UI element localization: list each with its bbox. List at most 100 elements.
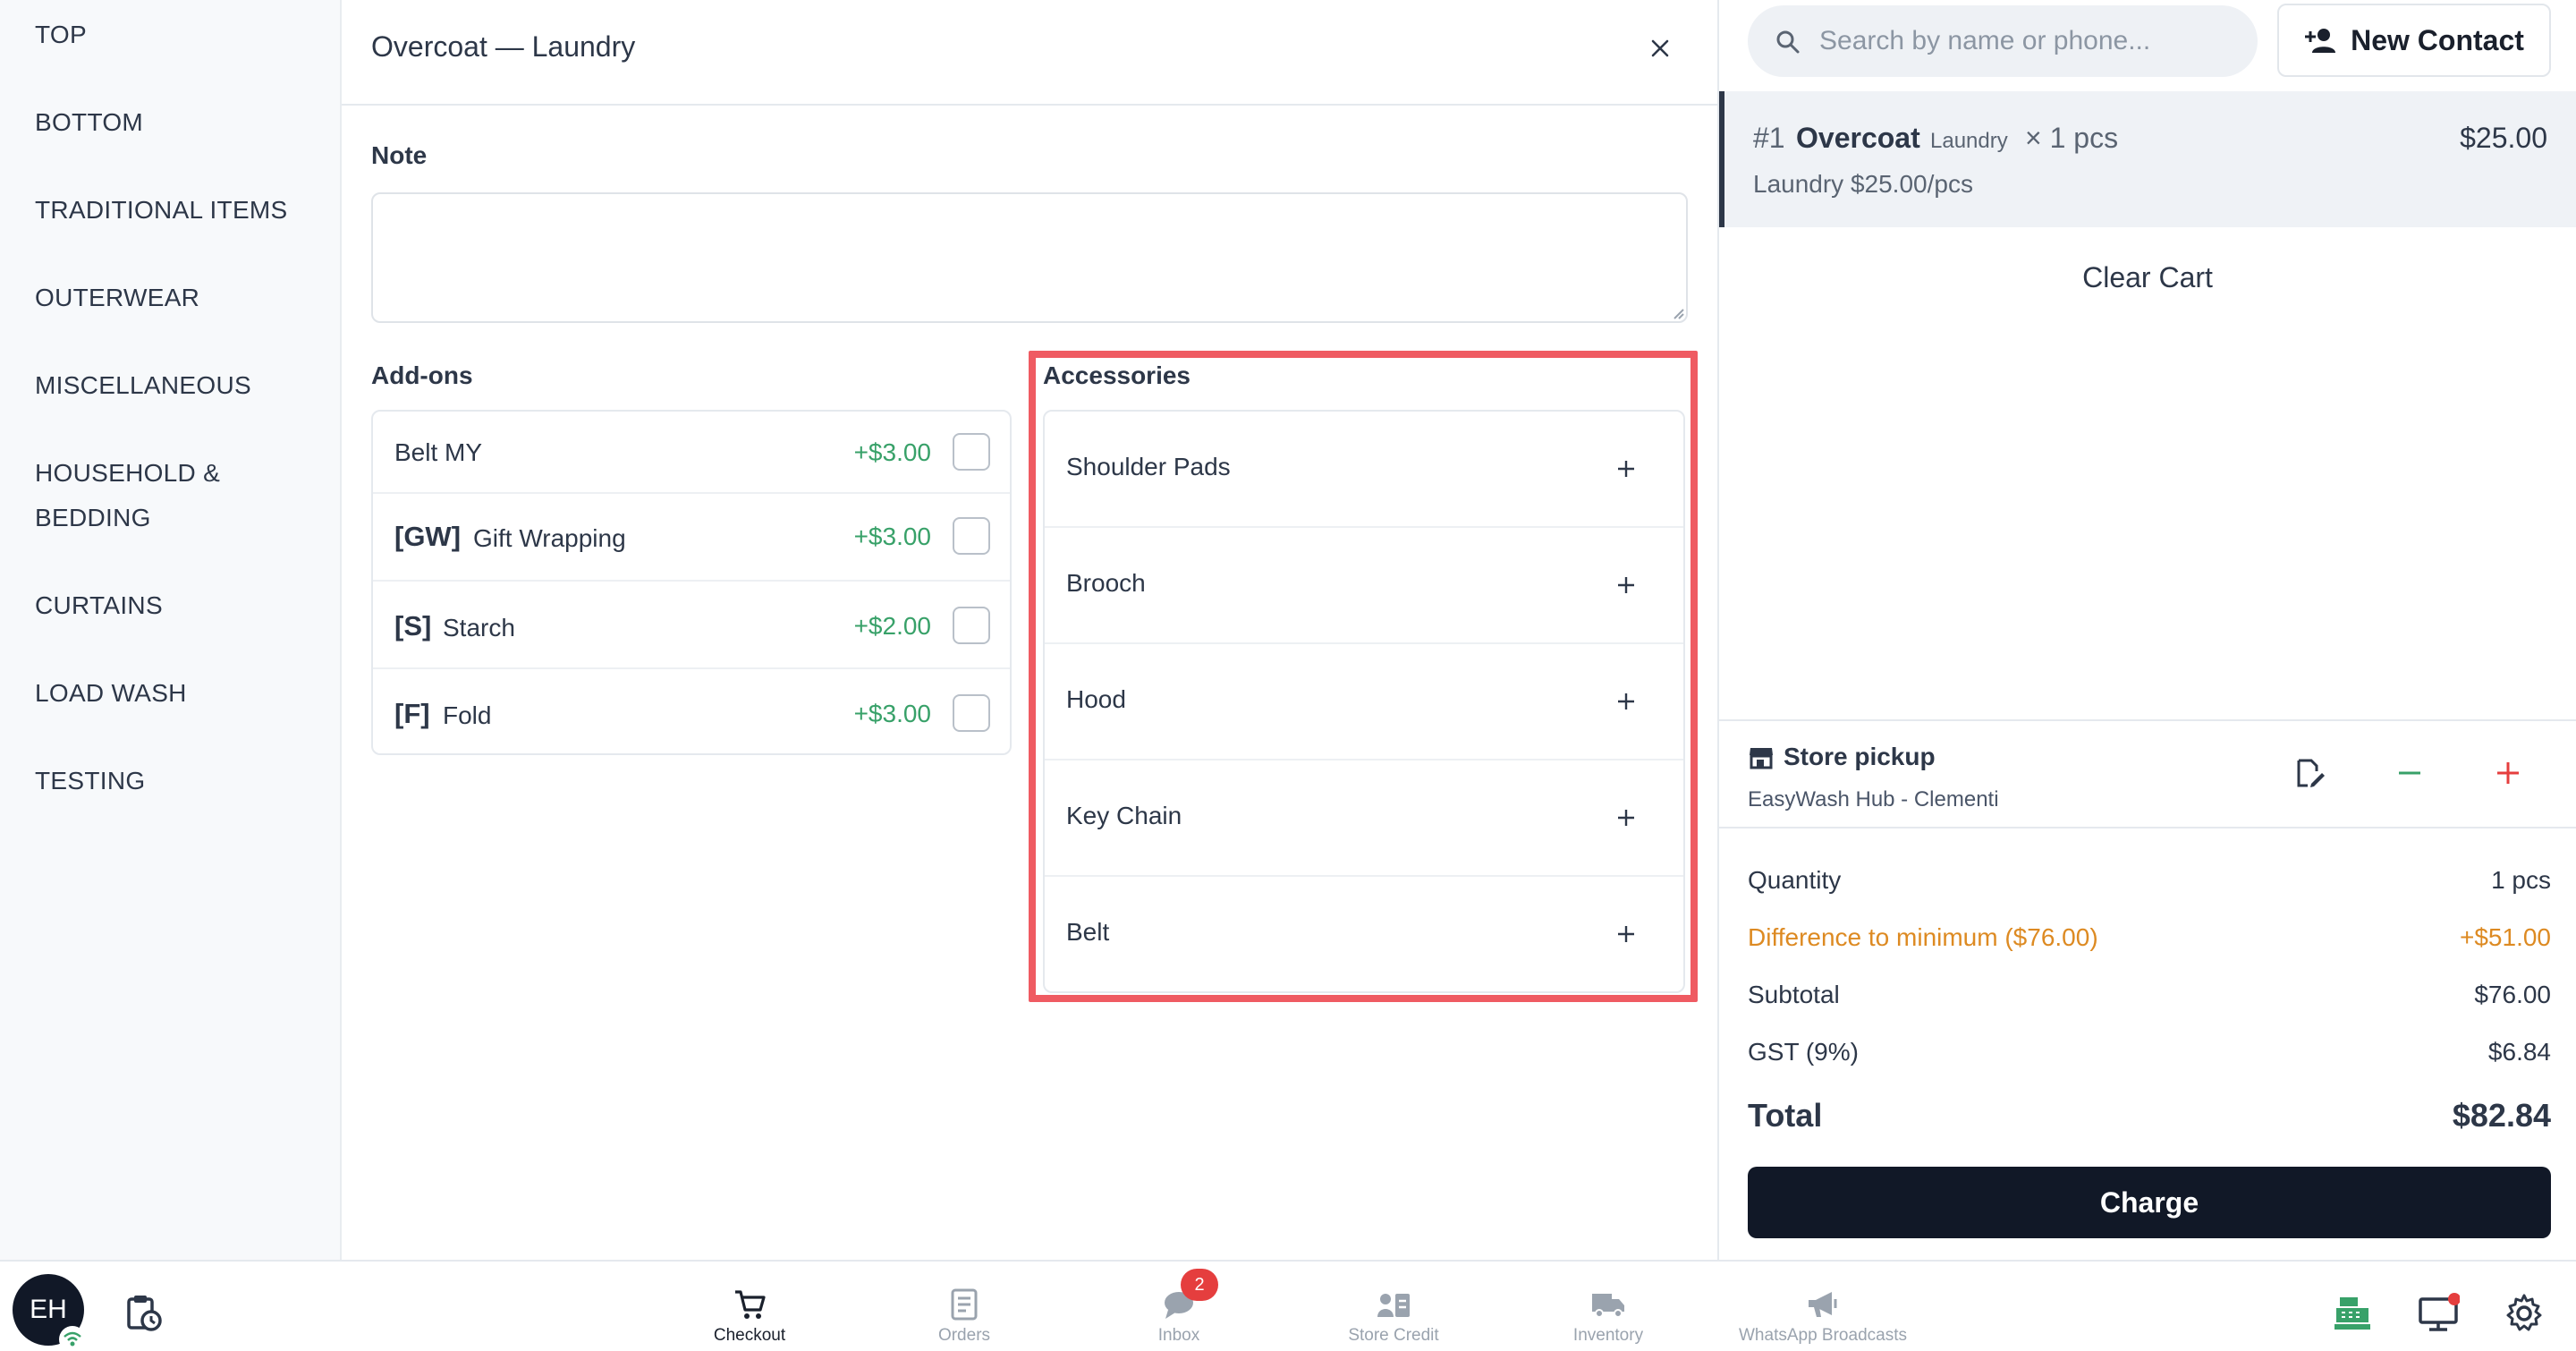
- megaphone-icon: [1809, 1292, 1837, 1317]
- new-contact-label: New Contact: [2351, 23, 2524, 56]
- detail-title: Overcoat — Laundry: [371, 30, 636, 63]
- wifi-icon: [64, 1331, 81, 1347]
- addons-list: Belt MY +$3.00 [GW] Gift Wrapping +$3.00…: [371, 410, 1012, 755]
- edit-pickup-button[interactable]: [2290, 753, 2329, 793]
- addon-price: +$2.00: [853, 612, 931, 640]
- addons-label: Add-ons: [371, 361, 473, 389]
- nav-label: Orders: [937, 1326, 991, 1345]
- add-accessory-button[interactable]: [1608, 916, 1644, 952]
- gst-value: $6.84: [2487, 1038, 2551, 1066]
- close-icon: [1651, 39, 1669, 57]
- gst-row: GST (9%) $6.84: [1748, 1038, 2551, 1074]
- addon-row-fold[interactable]: [F] Fold +$3.00: [373, 669, 1010, 753]
- accessory-name: Shoulder Pads: [1066, 453, 1231, 480]
- minimum-difference-row: Difference to minimum ($76.00) +$51.00: [1748, 923, 2551, 959]
- nav-label: Store Credit: [1348, 1326, 1439, 1345]
- accessories-label: Accessories: [1043, 361, 1191, 389]
- clear-cart-button[interactable]: Clear Cart: [1719, 261, 2576, 294]
- cart-item-price: $25.00: [2460, 122, 2547, 154]
- resize-grip-icon[interactable]: [1669, 304, 1685, 320]
- nav-whatsapp-broadcasts[interactable]: WhatsApp Broadcasts: [1716, 1288, 1930, 1346]
- display-icon[interactable]: [2417, 1292, 2460, 1335]
- nav-inbox[interactable]: Inbox: [1072, 1288, 1286, 1346]
- truck-icon: [1592, 1294, 1624, 1318]
- addon-name: Starch: [443, 614, 515, 642]
- quantity-row: Quantity 1 pcs: [1748, 866, 2551, 902]
- orders-icon: [951, 1288, 978, 1321]
- addon-row-belt-my[interactable]: Belt MY +$3.00: [373, 412, 1010, 494]
- close-button[interactable]: [1637, 25, 1683, 72]
- sidebar-item-miscellaneous[interactable]: MISCELLANEOUS: [35, 363, 321, 408]
- nav-checkout[interactable]: Checkout: [642, 1288, 857, 1346]
- cart-item-qty: × 1 pcs: [2025, 122, 2119, 154]
- accessory-name: Hood: [1066, 685, 1126, 713]
- addon-code: [S]: [394, 610, 432, 642]
- detail-header: Overcoat — Laundry: [342, 0, 1717, 106]
- addon-price: +$3.00: [853, 700, 931, 727]
- charge-button[interactable]: Charge: [1748, 1167, 2551, 1238]
- accessory-row-brooch[interactable]: Brooch: [1045, 528, 1683, 644]
- addon-checkbox[interactable]: [953, 694, 990, 732]
- add-accessory-button[interactable]: [1608, 684, 1644, 719]
- accessory-row-key-chain[interactable]: Key Chain: [1045, 760, 1683, 877]
- accessory-row-shoulder-pads[interactable]: Shoulder Pads: [1045, 412, 1683, 528]
- accessory-name: Key Chain: [1066, 802, 1182, 829]
- cart-panel: New Contact #1 Overcoat Laundry × 1 pcs …: [1717, 0, 2576, 1260]
- sidebar-item-traditional-items[interactable]: TRADITIONAL ITEMS: [35, 188, 321, 233]
- addon-name: Belt MY: [394, 438, 483, 466]
- plus-icon: [1618, 577, 1634, 593]
- nav-inventory[interactable]: Inventory: [1501, 1288, 1716, 1346]
- add-accessory-button[interactable]: [1608, 451, 1644, 487]
- minimum-difference-value: +$51.00: [2460, 923, 2551, 951]
- decrease-button[interactable]: [2390, 753, 2429, 793]
- subtotal-value: $76.00: [2474, 981, 2551, 1008]
- category-sidebar: TOP BOTTOM TRADITIONAL ITEMS OUTERWEAR M…: [0, 0, 342, 1260]
- total-row: Total $82.84: [1748, 1097, 2551, 1142]
- search-input[interactable]: [1819, 20, 2240, 63]
- addon-price: +$3.00: [853, 438, 931, 466]
- accessory-name: Belt: [1066, 918, 1110, 946]
- cart-item[interactable]: #1 Overcoat Laundry × 1 pcs $25.00 Laund…: [1719, 91, 2576, 227]
- increase-button[interactable]: [2488, 753, 2528, 793]
- nav-orders[interactable]: Orders: [857, 1288, 1072, 1346]
- inbox-badge: 2: [1181, 1269, 1218, 1301]
- addon-checkbox[interactable]: [953, 517, 990, 555]
- minus-icon: [2399, 771, 2420, 775]
- gear-icon[interactable]: [2503, 1292, 2546, 1335]
- sidebar-item-curtains[interactable]: CURTAINS: [35, 583, 321, 628]
- accessory-row-hood[interactable]: Hood: [1045, 644, 1683, 760]
- note-field[interactable]: [371, 192, 1688, 323]
- plus-icon: [1618, 461, 1634, 477]
- addon-checkbox[interactable]: [953, 433, 990, 471]
- add-accessory-button[interactable]: [1608, 800, 1644, 836]
- addon-row-gift-wrapping[interactable]: [GW] Gift Wrapping +$3.00: [373, 494, 1010, 582]
- new-contact-button[interactable]: New Contact: [2277, 4, 2551, 77]
- addon-row-starch[interactable]: [S] Starch +$2.00: [373, 582, 1010, 669]
- add-accessory-button[interactable]: [1608, 567, 1644, 603]
- nav-store-credit[interactable]: Store Credit: [1286, 1288, 1501, 1346]
- cart-item-number: #1: [1753, 122, 1785, 154]
- total-label: Total: [1748, 1097, 1823, 1134]
- sidebar-item-bottom[interactable]: BOTTOM: [35, 100, 321, 145]
- cash-register-icon[interactable]: [2331, 1292, 2374, 1335]
- minimum-difference-label: Difference to minimum ($76.00): [1748, 923, 2098, 951]
- sidebar-item-household-bedding[interactable]: HOUSEHOLD &: [35, 451, 321, 496]
- cart-item-subtext: Laundry $25.00/pcs: [1753, 170, 1973, 198]
- contact-search[interactable]: [1748, 5, 2258, 77]
- addon-checkbox[interactable]: [953, 607, 990, 644]
- addon-code: [F]: [394, 698, 430, 729]
- accessories-list: Shoulder Pads Brooch Hood Key Chain Belt: [1043, 410, 1685, 993]
- sidebar-item-outerwear[interactable]: OUTERWEAR: [35, 276, 321, 320]
- plus-icon: [2497, 762, 2519, 784]
- addon-price: +$3.00: [853, 523, 931, 550]
- gst-label: GST (9%): [1748, 1038, 1859, 1066]
- pickup-location: EasyWash Hub - Clementi: [1748, 787, 1999, 811]
- shift-history-icon[interactable]: [122, 1292, 165, 1335]
- accessory-row-belt[interactable]: Belt: [1045, 877, 1683, 993]
- sidebar-item-testing[interactable]: TESTING: [35, 759, 321, 803]
- sidebar-item-household-bedding-line2[interactable]: BEDDING: [35, 496, 321, 540]
- sidebar-item-top[interactable]: TOP: [35, 13, 321, 57]
- subtotal-label: Subtotal: [1748, 981, 1840, 1008]
- total-value: $82.84: [2452, 1097, 2551, 1134]
- sidebar-item-load-wash[interactable]: LOAD WASH: [35, 671, 321, 716]
